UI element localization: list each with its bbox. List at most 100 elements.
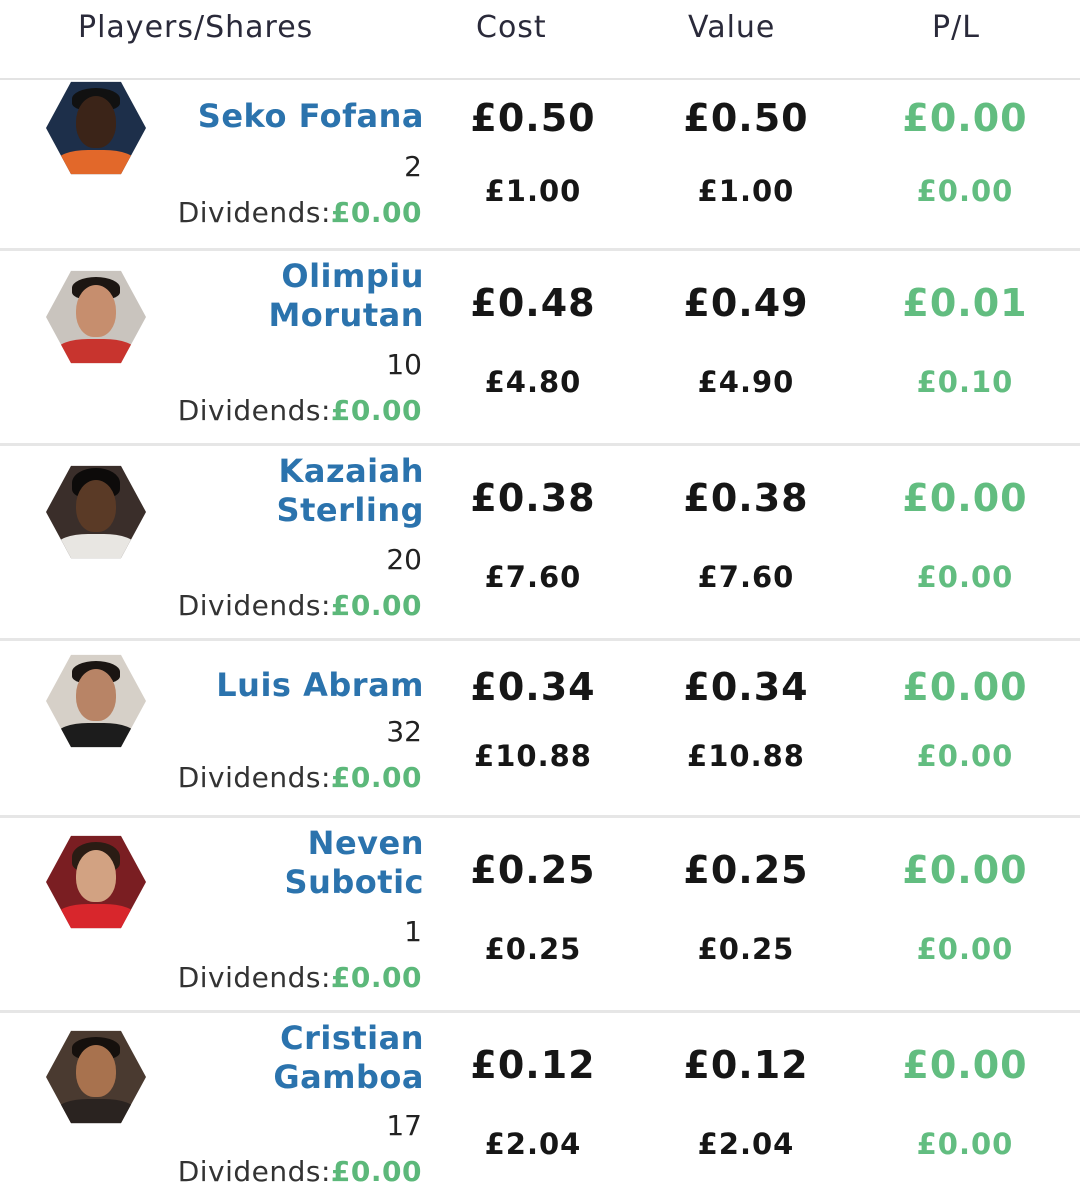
- player-name-link[interactable]: Neven Subotic: [285, 824, 424, 902]
- pl-total: £0.00: [916, 739, 1014, 773]
- dividends-label: Dividends:: [177, 961, 331, 994]
- player-name-link[interactable]: Olimpiu Morutan: [268, 257, 424, 335]
- cost-total: £10.88: [474, 739, 592, 773]
- dividends-label: Dividends:: [177, 1155, 331, 1188]
- value-per-share: £0.25: [683, 848, 809, 892]
- value-total: £2.04: [697, 1127, 795, 1161]
- value-column-header[interactable]: Value: [688, 10, 775, 45]
- player-name-line: Sterling: [276, 491, 424, 529]
- player-avatar[interactable]: [46, 81, 146, 175]
- players-shares-column-header[interactable]: Players/Shares: [78, 10, 313, 45]
- dividends-label: Dividends:: [177, 589, 331, 622]
- avatar-face: [76, 96, 116, 148]
- cost-per-share: £0.48: [470, 281, 596, 325]
- dividends-value: £0.00: [330, 394, 422, 427]
- shares-count: 10: [386, 348, 422, 381]
- avatar-shirt: [56, 339, 136, 364]
- pl-total: £0.00: [916, 1127, 1014, 1161]
- player-name-link[interactable]: Kazaiah Sterling: [277, 452, 424, 530]
- player-avatar[interactable]: [46, 465, 146, 559]
- value-per-share: £0.12: [683, 1043, 809, 1087]
- table-row[interactable]: Neven Subotic 1 Dividends:£0.00 £0.25 £0…: [0, 818, 1080, 1013]
- player-name-line: Gamboa: [273, 1058, 424, 1096]
- avatar-shirt: [56, 534, 136, 559]
- player-name-line: Morutan: [268, 296, 424, 334]
- dividends-label: Dividends:: [177, 761, 331, 794]
- cost-total: £0.25: [484, 932, 582, 966]
- dividends-line: Dividends:£0.00: [178, 1155, 422, 1188]
- cost-column-header[interactable]: Cost: [476, 10, 547, 45]
- dividends-value: £0.00: [330, 589, 422, 622]
- avatar-shirt: [56, 1099, 136, 1124]
- cost-per-share: £0.50: [470, 96, 596, 140]
- pl-per-share: £0.00: [902, 1043, 1028, 1087]
- pl-total: £0.10: [916, 365, 1014, 399]
- avatar-shirt: [56, 150, 136, 175]
- cost-per-share: £0.38: [470, 476, 596, 520]
- table-row[interactable]: Olimpiu Morutan 10 Dividends:£0.00 £0.48…: [0, 251, 1080, 446]
- avatar-face: [76, 1045, 116, 1097]
- table-row[interactable]: Luis Abram 32 Dividends:£0.00 £0.34 £10.…: [0, 641, 1080, 818]
- dividends-value: £0.00: [330, 761, 422, 794]
- dividends-line: Dividends:£0.00: [178, 394, 422, 427]
- pl-total: £0.00: [916, 560, 1014, 594]
- dividends-value: £0.00: [330, 961, 422, 994]
- cost-per-share: £0.25: [470, 848, 596, 892]
- value-total: £1.00: [697, 174, 795, 208]
- portfolio-list: Seko Fofana 2 Dividends:£0.00 £0.50 £1.0…: [0, 80, 1080, 1193]
- dividends-label: Dividends:: [177, 196, 331, 229]
- cost-total: £2.04: [484, 1127, 582, 1161]
- player-name-link[interactable]: Cristian Gamboa: [273, 1019, 424, 1097]
- value-per-share: £0.49: [683, 281, 809, 325]
- cost-total: £1.00: [484, 174, 582, 208]
- player-avatar[interactable]: [46, 654, 146, 748]
- pl-per-share: £0.00: [902, 665, 1028, 709]
- player-name-line: Kazaiah: [278, 452, 424, 490]
- player-name-line: Olimpiu: [281, 257, 424, 295]
- value-per-share: £0.38: [683, 476, 809, 520]
- avatar-face: [76, 285, 116, 337]
- cost-total: £4.80: [484, 365, 582, 399]
- avatar-shirt: [56, 723, 136, 748]
- pl-total: £0.00: [916, 174, 1014, 208]
- player-avatar[interactable]: [46, 1030, 146, 1124]
- dividends-line: Dividends:£0.00: [178, 589, 422, 622]
- shares-count: 20: [386, 543, 422, 576]
- player-name-line: Luis Abram: [216, 666, 424, 704]
- pl-column-header[interactable]: P/L: [932, 10, 980, 45]
- value-total: £7.60: [697, 560, 795, 594]
- value-per-share: £0.34: [683, 665, 809, 709]
- cost-total: £7.60: [484, 560, 582, 594]
- player-avatar[interactable]: [46, 835, 146, 929]
- pl-per-share: £0.00: [902, 476, 1028, 520]
- dividends-value: £0.00: [330, 1155, 422, 1188]
- shares-count: 1: [404, 915, 422, 948]
- pl-total: £0.00: [916, 932, 1014, 966]
- player-name-line: Seko Fofana: [197, 97, 424, 135]
- avatar-face: [76, 850, 116, 902]
- player-name-line: Cristian: [280, 1019, 424, 1057]
- shares-count: 32: [386, 715, 422, 748]
- table-row[interactable]: Kazaiah Sterling 20 Dividends:£0.00 £0.3…: [0, 446, 1080, 641]
- value-total: £0.25: [697, 932, 795, 966]
- avatar-face: [76, 669, 116, 721]
- cost-per-share: £0.12: [470, 1043, 596, 1087]
- avatar-face: [76, 480, 116, 532]
- player-name-link[interactable]: Luis Abram: [216, 666, 424, 705]
- shares-count: 2: [404, 150, 422, 183]
- shares-count: 17: [386, 1109, 422, 1142]
- dividends-value: £0.00: [330, 196, 422, 229]
- player-name-line: Subotic: [284, 863, 424, 901]
- table-row[interactable]: Cristian Gamboa 17 Dividends:£0.00 £0.12…: [0, 1013, 1080, 1193]
- dividends-line: Dividends:£0.00: [178, 761, 422, 794]
- table-header: Players/Shares Cost Value P/L: [0, 0, 1080, 80]
- player-avatar[interactable]: [46, 270, 146, 364]
- value-total: £4.90: [697, 365, 795, 399]
- value-total: £10.88: [687, 739, 805, 773]
- player-name-link[interactable]: Seko Fofana: [198, 97, 424, 136]
- cost-per-share: £0.34: [470, 665, 596, 709]
- dividends-label: Dividends:: [177, 394, 331, 427]
- value-per-share: £0.50: [683, 96, 809, 140]
- table-row[interactable]: Seko Fofana 2 Dividends:£0.00 £0.50 £1.0…: [0, 80, 1080, 251]
- pl-per-share: £0.00: [902, 96, 1028, 140]
